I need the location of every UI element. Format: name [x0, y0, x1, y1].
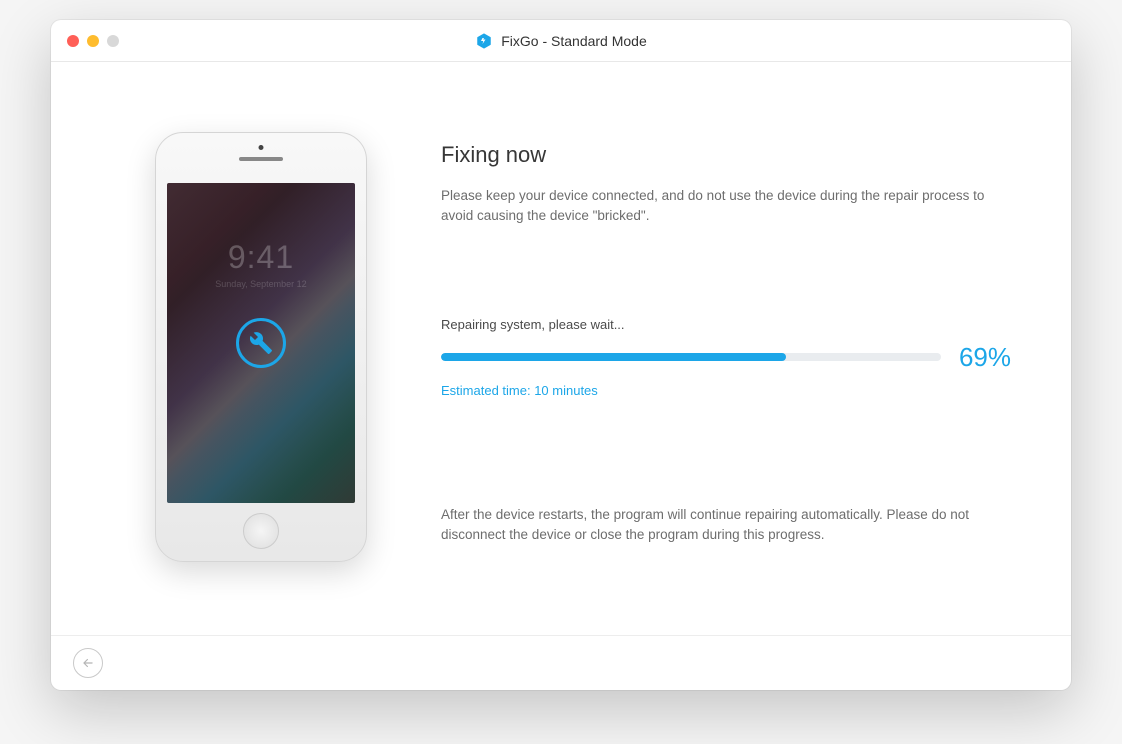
- titlebar: FixGo - Standard Mode: [51, 20, 1071, 62]
- phone-screen: 9:41 Sunday, September 12: [167, 183, 355, 503]
- close-icon[interactable]: [67, 35, 79, 47]
- progress-row: 69%: [441, 342, 1011, 373]
- device-mockup: 9:41 Sunday, September 12: [155, 132, 367, 562]
- minimize-icon[interactable]: [87, 35, 99, 47]
- device-illustration-pane: 9:41 Sunday, September 12: [111, 122, 411, 595]
- progress-fill: [441, 353, 786, 361]
- instruction-text: Please keep your device connected, and d…: [441, 186, 1011, 227]
- estimate-label: Estimated time: 10 minutes: [441, 383, 1011, 398]
- arrow-left-icon: [81, 656, 95, 670]
- zoom-icon[interactable]: [107, 35, 119, 47]
- phone-camera-icon: [259, 145, 264, 150]
- phone-time-label: 9:41: [167, 239, 355, 276]
- content-area: 9:41 Sunday, September 12 Fixing now Ple…: [51, 62, 1071, 635]
- app-window: FixGo - Standard Mode 9:41 Sunday, Septe…: [51, 20, 1071, 690]
- title-center: FixGo - Standard Mode: [51, 32, 1071, 50]
- wrench-icon: [236, 318, 286, 368]
- progress-bar: [441, 353, 941, 361]
- bottom-bar: [51, 635, 1071, 690]
- page-title: Fixing now: [441, 142, 1011, 168]
- app-icon: [475, 32, 493, 50]
- phone-date-label: Sunday, September 12: [167, 279, 355, 289]
- window-title: FixGo - Standard Mode: [501, 33, 647, 49]
- phone-home-button-icon: [243, 513, 279, 549]
- status-label: Repairing system, please wait...: [441, 317, 1011, 332]
- status-pane: Fixing now Please keep your device conne…: [411, 122, 1011, 595]
- footer-note: After the device restarts, the program w…: [441, 505, 1011, 546]
- traffic-lights: [51, 35, 119, 47]
- back-button[interactable]: [73, 648, 103, 678]
- phone-speaker-icon: [239, 157, 283, 161]
- progress-percent-label: 69%: [959, 342, 1011, 373]
